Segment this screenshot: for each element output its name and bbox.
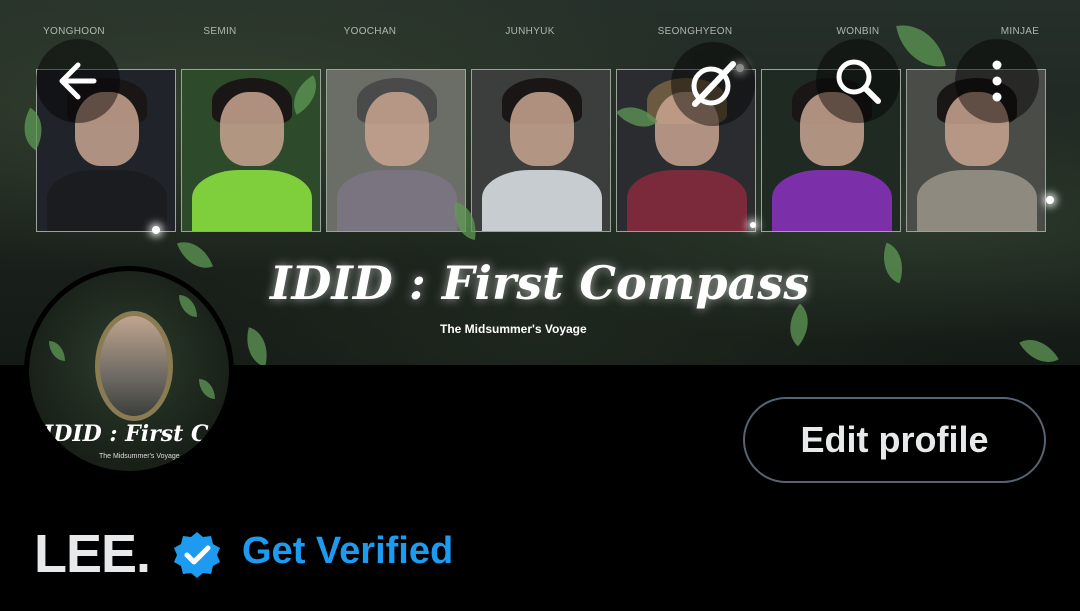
member-photo	[326, 69, 466, 232]
avatar-logo-text: IDID : First Compass	[43, 421, 229, 447]
leaf-decoration	[778, 303, 820, 347]
display-name: LEE.	[34, 524, 151, 584]
member-name: YOOCHAN	[343, 26, 397, 37]
search-button[interactable]	[816, 39, 900, 123]
avatar-portrait-frame	[95, 311, 173, 421]
more-vertical-icon	[992, 60, 1002, 102]
more-options-button[interactable]	[955, 39, 1039, 123]
verified-badge-icon[interactable]	[172, 530, 222, 580]
avatar-logo-subtext: The Midsummer's Voyage	[99, 453, 180, 460]
leaf-decoration	[240, 327, 274, 365]
member-photo	[471, 69, 611, 232]
grok-button[interactable]	[671, 42, 755, 126]
leaf-decoration	[176, 234, 214, 276]
avatar[interactable]: IDID : First Compass The Midsummer's Voy…	[24, 266, 234, 476]
sparkle-decoration	[152, 226, 160, 234]
sparkle-decoration	[750, 222, 756, 228]
search-icon	[836, 59, 881, 104]
member-name: SEMIN	[203, 26, 237, 37]
edit-profile-button[interactable]: Edit profile	[743, 397, 1046, 483]
member-name: YONGHOON	[43, 26, 105, 37]
arrow-left-icon	[59, 62, 97, 100]
back-button[interactable]	[36, 39, 120, 123]
album-subtitle: The Midsummer's Voyage	[440, 322, 587, 336]
member-name: WONBIN	[836, 26, 880, 37]
member-name: SEONGHYEON	[657, 26, 733, 37]
get-verified-link[interactable]: Get Verified	[242, 530, 453, 573]
leaf-decoration	[874, 242, 912, 284]
member-name: MINJAE	[1000, 26, 1040, 37]
member-name: JUNHYUK	[505, 26, 555, 37]
grok-icon	[691, 61, 736, 107]
sparkle-decoration	[1046, 196, 1054, 204]
leaf-decoration	[1019, 329, 1059, 365]
album-title: IDID : First Compass	[270, 256, 810, 310]
